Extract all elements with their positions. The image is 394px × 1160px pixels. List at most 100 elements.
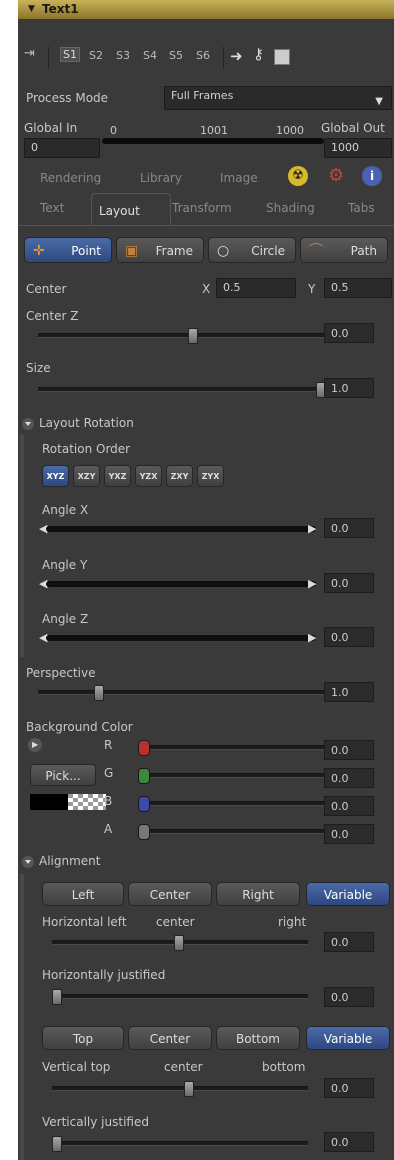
info-icon[interactable]: i xyxy=(362,166,382,186)
expand-arrow-icon[interactable]: ▶ xyxy=(28,738,42,752)
point-button[interactable]: ✛ Point xyxy=(24,237,112,263)
align-vcenter-button[interactable]: Center xyxy=(128,1026,212,1050)
align-top-button[interactable]: Top xyxy=(42,1026,124,1050)
perspective-slider[interactable] xyxy=(38,685,324,701)
align-vvariable-button[interactable]: Variable xyxy=(306,1026,390,1050)
tab-shading[interactable]: Shading xyxy=(266,201,315,215)
frame-button[interactable]: ▣ Frame xyxy=(116,237,204,263)
crosshair-icon: ✛ xyxy=(33,243,45,259)
size-value[interactable]: 1.0 xyxy=(324,378,374,398)
collapse-arrow-icon[interactable]: ▼ xyxy=(28,0,35,19)
layout-rotation-header[interactable]: Layout Rotation xyxy=(39,416,134,430)
rotation-order-yzx[interactable]: YZX xyxy=(135,465,162,487)
circle-button[interactable]: ○ Circle xyxy=(208,237,296,263)
channel-g-knob[interactable] xyxy=(138,768,150,784)
vertical-justified-knob[interactable] xyxy=(52,1136,62,1152)
center-x-field[interactable]: 0.5 xyxy=(216,278,296,298)
horizontal-justified-value[interactable]: 0.0 xyxy=(324,987,374,1007)
perspective-knob[interactable] xyxy=(94,685,104,701)
vertical-justified-value[interactable]: 0.0 xyxy=(324,1132,374,1152)
tool-header[interactable]: ▼ Text1 xyxy=(18,0,394,19)
center-y-field[interactable]: 0.5 xyxy=(324,278,392,298)
align-bottom-label: Bottom xyxy=(235,1032,280,1046)
align-left-button[interactable]: Left xyxy=(42,882,124,906)
align-right-button[interactable]: Right xyxy=(216,882,300,906)
channel-r-value[interactable]: 0.0 xyxy=(324,740,374,760)
angle-y-slider[interactable] xyxy=(46,581,316,587)
tab-s2[interactable]: S2 xyxy=(89,49,103,62)
angle-x-slider[interactable] xyxy=(46,526,316,532)
circle-icon: ○ xyxy=(217,243,230,259)
alignment-header[interactable]: Alignment xyxy=(39,854,100,868)
tab-s1[interactable]: S1 xyxy=(60,47,80,62)
channel-a-value[interactable]: 0.0 xyxy=(324,824,374,844)
tab-library[interactable]: Library xyxy=(140,171,182,185)
global-out-field[interactable]: 1000 xyxy=(324,138,392,158)
vertical-alignment-value[interactable]: 0.0 xyxy=(324,1078,374,1098)
key-icon[interactable]: ⚷ xyxy=(253,45,264,63)
tab-layout[interactable]: Layout xyxy=(91,193,171,226)
horizontal-alignment-slider[interactable] xyxy=(52,935,308,951)
horizontal-justified-knob[interactable] xyxy=(52,989,62,1005)
horizontal-justified-slider[interactable] xyxy=(52,989,308,1005)
collapse-arrow-icon[interactable] xyxy=(22,856,34,868)
size-slider[interactable] xyxy=(38,382,326,398)
global-range-slider[interactable] xyxy=(102,138,324,144)
angle-z-slider[interactable] xyxy=(46,635,316,641)
arrow-right-icon[interactable]: ➜ xyxy=(230,47,243,65)
angle-z-right-arrow-icon[interactable]: ▶ xyxy=(308,631,316,644)
channel-r-slider[interactable] xyxy=(138,740,324,756)
align-right-label: Right xyxy=(242,888,274,902)
rotation-order-zyx[interactable]: ZYX xyxy=(197,465,224,487)
center-z-knob[interactable] xyxy=(188,328,198,344)
path-button[interactable]: ⌒ Path xyxy=(300,237,388,263)
horizontal-alignment-value[interactable]: 0.0 xyxy=(324,932,374,952)
rotation-order-zxy[interactable]: ZXY xyxy=(166,465,193,487)
save-icon[interactable] xyxy=(274,49,290,65)
align-variable-button[interactable]: Variable xyxy=(306,882,390,906)
channel-b-value[interactable]: 0.0 xyxy=(324,796,374,816)
center-z-value[interactable]: 0.0 xyxy=(324,323,374,343)
radioactive-icon[interactable]: ☢ xyxy=(288,166,308,186)
rotation-order-yxz[interactable]: YXZ xyxy=(104,465,131,487)
vertical-justified-slider[interactable] xyxy=(52,1136,308,1152)
channel-r-knob[interactable] xyxy=(138,740,150,756)
angle-y-value[interactable]: 0.0 xyxy=(324,573,374,593)
angle-x-value[interactable]: 0.0 xyxy=(324,518,374,538)
tab-s6[interactable]: S6 xyxy=(196,49,210,62)
horizontal-alignment-knob[interactable] xyxy=(174,935,184,951)
tab-s4[interactable]: S4 xyxy=(143,49,157,62)
tab-tabs[interactable]: Tabs xyxy=(348,201,375,215)
center-z-slider[interactable] xyxy=(38,328,324,344)
angle-y-right-arrow-icon[interactable]: ▶ xyxy=(308,577,316,590)
pick-button[interactable]: Pick... xyxy=(30,764,96,786)
tab-text[interactable]: Text xyxy=(40,201,64,215)
channel-a-slider[interactable] xyxy=(138,824,324,840)
tab-transform[interactable]: Transform xyxy=(172,201,232,215)
channel-g-slider[interactable] xyxy=(138,768,324,784)
gear-icon[interactable]: ⚙ xyxy=(328,165,344,186)
channel-b-knob[interactable] xyxy=(138,796,150,812)
vertical-alignment-slider[interactable] xyxy=(52,1081,308,1097)
channel-g-value[interactable]: 0.0 xyxy=(324,768,374,788)
collapse-arrow-icon[interactable] xyxy=(22,418,34,430)
align-center-button[interactable]: Center xyxy=(128,882,212,906)
tab-s3[interactable]: S3 xyxy=(116,49,130,62)
angle-z-value[interactable]: 0.0 xyxy=(324,627,374,647)
perspective-value[interactable]: 1.0 xyxy=(324,682,374,702)
channel-a-knob[interactable] xyxy=(138,824,150,840)
rotation-order-xzy[interactable]: XZY xyxy=(73,465,100,487)
tab-image[interactable]: Image xyxy=(220,171,258,185)
tab-rendering[interactable]: Rendering xyxy=(40,171,101,185)
angle-x-right-arrow-icon[interactable]: ▶ xyxy=(308,522,316,535)
channel-b-slider[interactable] xyxy=(138,796,324,812)
process-mode-dropdown[interactable]: Full Frames ▼ xyxy=(164,86,392,110)
vertical-alignment-knob[interactable] xyxy=(184,1081,194,1097)
rotation-order-xyz[interactable]: XYZ xyxy=(42,465,69,487)
pin-icon[interactable]: ⇥ xyxy=(24,46,35,61)
tab-s5[interactable]: S5 xyxy=(169,49,183,62)
color-swatch[interactable] xyxy=(30,794,106,810)
divider xyxy=(223,47,224,69)
align-bottom-button[interactable]: Bottom xyxy=(216,1026,300,1050)
global-in-field[interactable]: 0 xyxy=(24,138,100,158)
